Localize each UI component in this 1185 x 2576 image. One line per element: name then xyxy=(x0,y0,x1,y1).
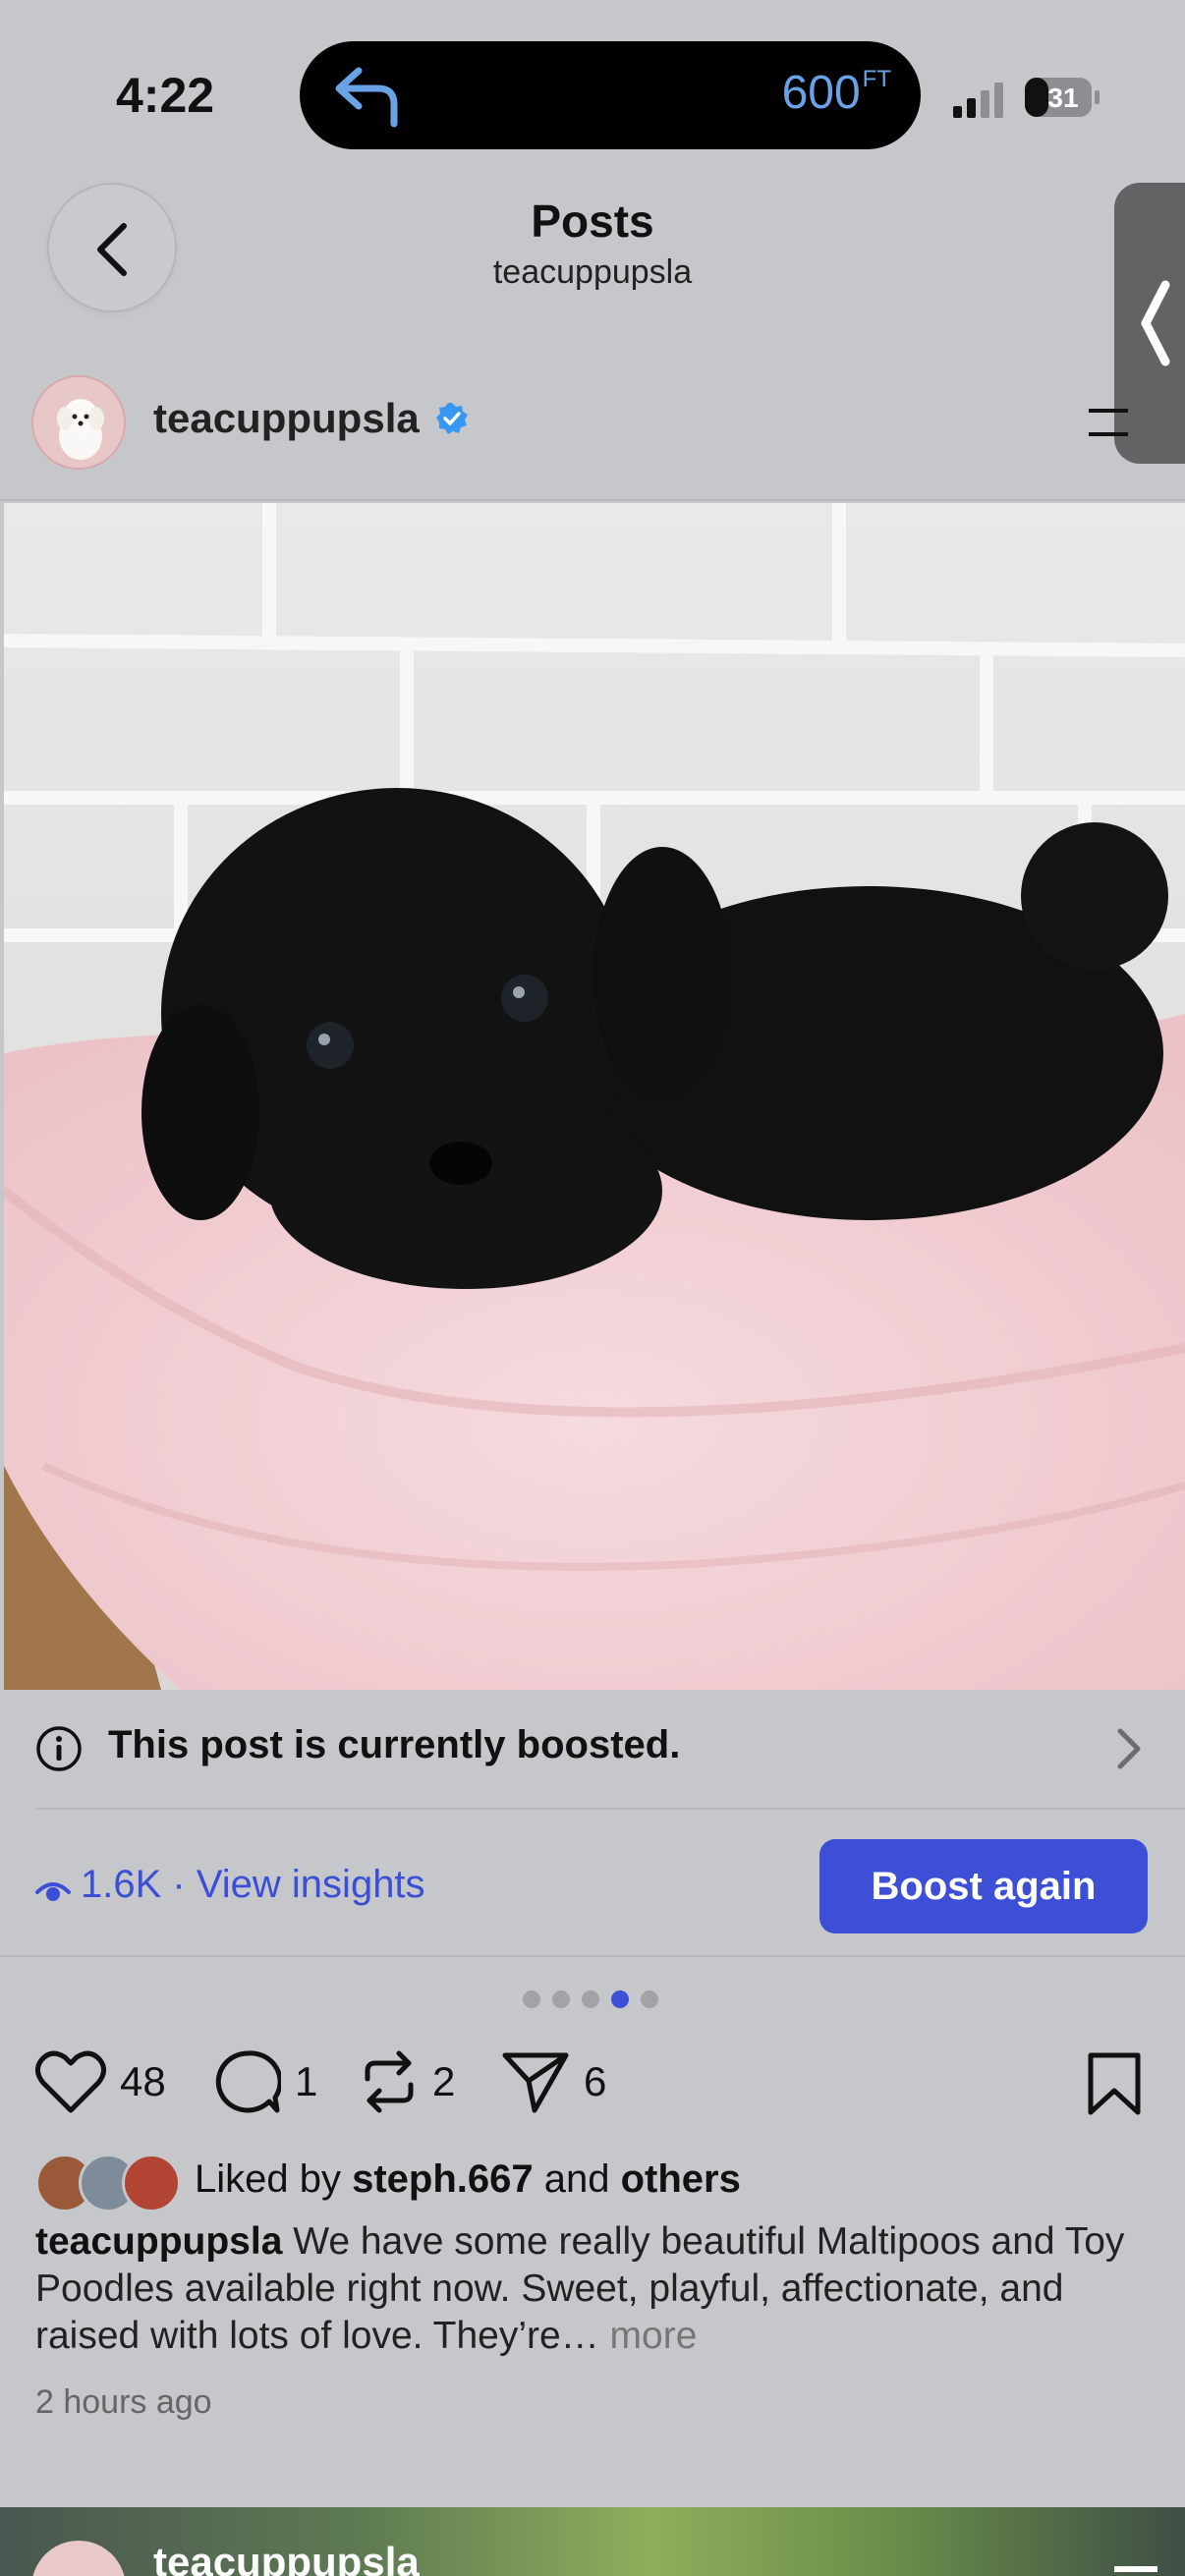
send-icon[interactable] xyxy=(501,2049,570,2114)
eye-icon xyxy=(35,1882,71,1901)
liked-by-conjunction: and xyxy=(533,2157,621,2201)
verified-badge-icon xyxy=(436,403,468,434)
comment-count: 1 xyxy=(295,2058,318,2104)
carousel-dot xyxy=(641,1990,658,2008)
info-icon xyxy=(36,1726,82,1771)
carousel-dot xyxy=(523,1990,540,2008)
boost-again-button[interactable]: Boost again xyxy=(819,1839,1148,1933)
status-time: 4:22 xyxy=(116,68,215,123)
chevron-left-icon xyxy=(1141,280,1170,366)
like-count: 48 xyxy=(120,2058,166,2104)
page-subtitle: teacuppupsla xyxy=(492,253,693,291)
post-image[interactable] xyxy=(4,503,1185,1690)
liked-by-user[interactable]: steph.667 xyxy=(352,2157,534,2201)
carousel-dot xyxy=(552,1990,570,2008)
caption-username[interactable]: teacuppupsla xyxy=(35,2220,282,2263)
divider xyxy=(35,1808,1185,1810)
share-action[interactable]: 6 xyxy=(501,2049,606,2114)
dynamic-island-navigation[interactable]: 600FT xyxy=(300,41,921,149)
chevron-right-icon xyxy=(1117,1728,1141,1769)
carousel-indicator xyxy=(523,1990,658,2010)
puppy-photo xyxy=(4,503,1185,1690)
post-username[interactable]: teacuppupsla xyxy=(153,395,420,442)
carousel-dot xyxy=(582,1990,599,2008)
carousel-dot xyxy=(611,1990,629,2008)
more-options-icon[interactable] xyxy=(1089,403,1128,442)
post-caption: teacuppupsla We have some really beautif… xyxy=(35,2218,1156,2360)
avatar[interactable] xyxy=(31,375,126,470)
divider xyxy=(0,499,1185,501)
share-count: 6 xyxy=(584,2058,607,2104)
nav-distance: 600FT xyxy=(782,66,891,120)
battery-indicator: 31 xyxy=(1024,77,1102,118)
nav-distance-value: 600 xyxy=(781,67,861,119)
divider xyxy=(0,1955,1185,1957)
next-post-username[interactable]: teacuppupsla xyxy=(153,2539,420,2576)
heart-icon[interactable] xyxy=(35,2049,106,2114)
nav-distance-unit: FT xyxy=(862,66,891,92)
bookmark-icon[interactable] xyxy=(1085,2051,1144,2116)
status-bar: 4:22 600FT 31 xyxy=(0,0,1185,177)
page-title: Posts xyxy=(531,196,654,247)
liker-avatars[interactable] xyxy=(35,2154,183,2212)
repost-action[interactable]: 2 xyxy=(360,2049,455,2114)
more-options-icon[interactable] xyxy=(1114,2566,1157,2572)
repost-count: 2 xyxy=(432,2058,456,2104)
comment-icon[interactable] xyxy=(214,2049,281,2114)
like-action[interactable]: 48 xyxy=(35,2049,166,2114)
caption-more-link[interactable]: more xyxy=(599,2315,698,2357)
puppy-avatar-image xyxy=(33,377,124,468)
cellular-signal-icon xyxy=(953,83,1003,118)
liked-by-prefix: Liked by xyxy=(195,2157,353,2201)
comment-action[interactable]: 1 xyxy=(214,2049,317,2114)
battery-level: 31 xyxy=(1047,83,1079,113)
liked-by-others[interactable]: others xyxy=(621,2157,741,2201)
view-insights-link[interactable]: 1.6K · View insights xyxy=(81,1863,425,1907)
boosted-notice-text: This post is currently boosted. xyxy=(108,1723,681,1766)
liker-avatar xyxy=(122,2154,181,2212)
turn-arrow-icon xyxy=(335,67,398,128)
liked-by-text[interactable]: Liked by steph.667 and others xyxy=(195,2157,741,2202)
post-timestamp: 2 hours ago xyxy=(35,2383,212,2421)
repost-icon[interactable] xyxy=(360,2049,419,2114)
